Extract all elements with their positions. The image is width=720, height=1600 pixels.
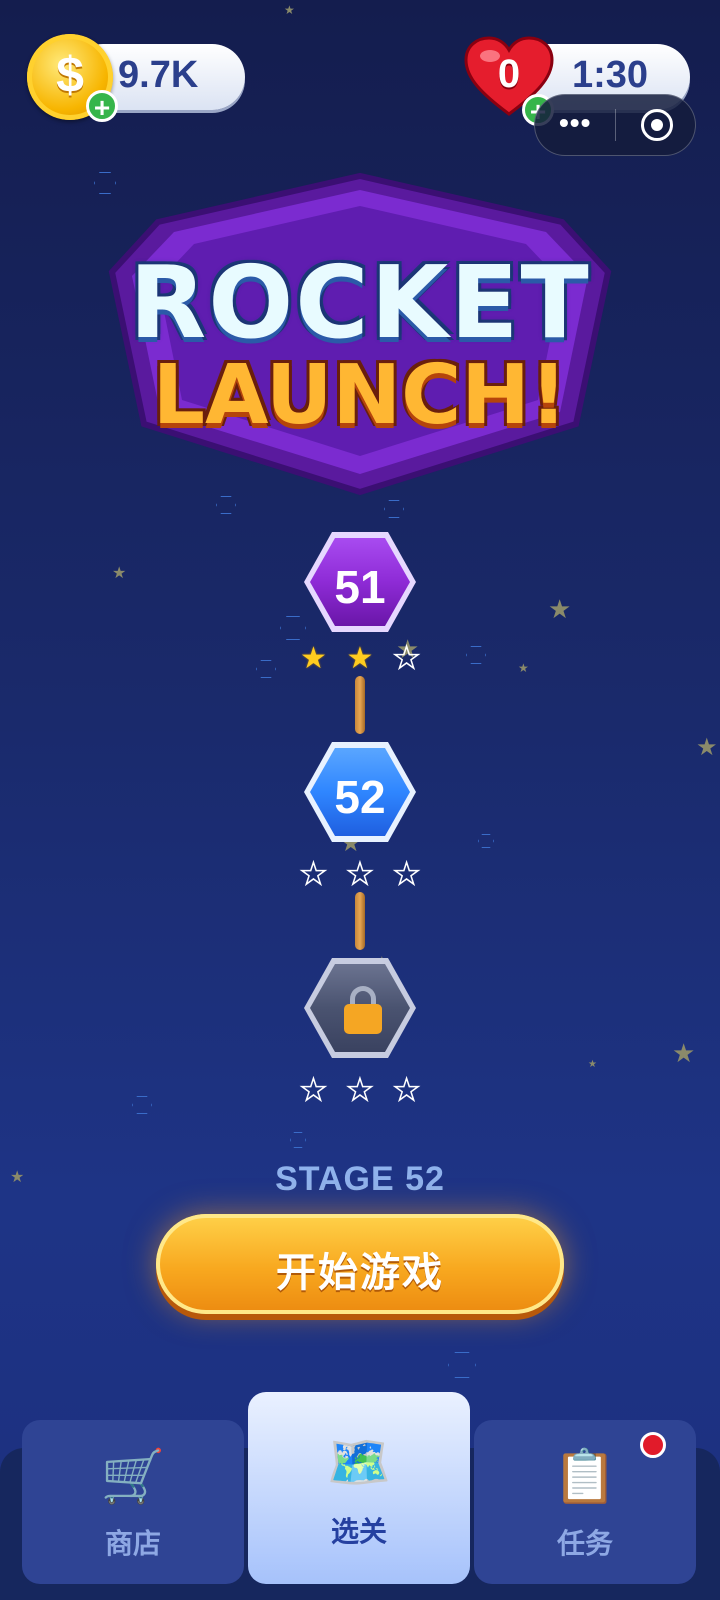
background-star: ★ bbox=[548, 594, 572, 624]
locked-level-stars: ★ ★ ★ bbox=[299, 1074, 420, 1107]
background-hex bbox=[132, 1096, 152, 1114]
start-game-label: 开始游戏 bbox=[276, 1251, 444, 1295]
lives-count: 0 bbox=[497, 52, 521, 96]
star-empty-icon: ★ bbox=[299, 1074, 327, 1107]
capsule-divider bbox=[615, 109, 616, 141]
nav-tab-label: 选关 bbox=[330, 1516, 387, 1547]
background-star: ★ bbox=[672, 1038, 696, 1068]
background-hex bbox=[384, 500, 404, 518]
nav-tab-label: 任务 bbox=[556, 1528, 613, 1559]
logo-title-line2: LAUNCH! bbox=[152, 348, 568, 443]
close-miniprogram-button[interactable] bbox=[641, 109, 673, 141]
start-game-button[interactable]: 开始游戏 bbox=[156, 1214, 564, 1314]
level-number: 51 bbox=[334, 561, 386, 613]
lock-icon bbox=[344, 1004, 382, 1034]
star-empty-icon: ★ bbox=[346, 1074, 374, 1107]
background-hex bbox=[256, 660, 276, 678]
star-empty-icon: ★ bbox=[392, 1074, 420, 1107]
star-empty-icon: ★ bbox=[392, 642, 420, 675]
stage-label: STAGE 52 bbox=[275, 1160, 445, 1198]
miniprogram-capsule: ••• bbox=[534, 94, 696, 156]
background-hex bbox=[448, 1352, 476, 1378]
game-logo: ROCKET LAUNCH! bbox=[98, 172, 622, 502]
nav-tab-level-select[interactable]: 🗺️ 选关 bbox=[248, 1392, 470, 1584]
level-path-connector bbox=[355, 676, 365, 734]
cart-icon: 🛒 bbox=[100, 1448, 166, 1506]
notification-badge bbox=[640, 1432, 666, 1458]
locked-level-node[interactable] bbox=[304, 958, 416, 1058]
background-star: ★ bbox=[112, 565, 127, 582]
level-52-node[interactable]: 52 bbox=[304, 742, 416, 842]
level-path-connector bbox=[355, 892, 365, 950]
star-filled-icon: ★ bbox=[346, 642, 374, 675]
clipboard-icon: 📋 bbox=[552, 1448, 618, 1506]
star-filled-icon: ★ bbox=[300, 642, 327, 675]
nav-tab-label: 商店 bbox=[104, 1528, 161, 1559]
background-star: ★ bbox=[518, 661, 529, 675]
star-empty-icon: ★ bbox=[392, 858, 420, 891]
more-menu-button[interactable]: ••• bbox=[559, 107, 591, 139]
coin-amount: 9.7K bbox=[118, 54, 199, 96]
background-hex bbox=[466, 646, 486, 664]
level-number: 52 bbox=[334, 771, 386, 823]
background-star: ★ bbox=[284, 3, 295, 17]
nav-tab-shop[interactable]: 🛒 商店 bbox=[22, 1420, 244, 1584]
background-star: ★ bbox=[588, 1059, 597, 1070]
life-refill-timer: 1:30 bbox=[572, 54, 649, 96]
logo-title-line1: ROCKET bbox=[129, 244, 591, 361]
add-coins-button[interactable]: + bbox=[86, 90, 118, 123]
level-51-node[interactable]: 51 bbox=[304, 532, 416, 632]
background-star: ★ bbox=[696, 734, 718, 761]
star-empty-icon: ★ bbox=[346, 858, 374, 891]
level-51-stars: ★ ★ ★ bbox=[300, 642, 421, 675]
background-hex bbox=[478, 834, 494, 848]
background-hex bbox=[280, 616, 306, 640]
level-52-stars: ★ ★ ★ bbox=[299, 858, 420, 891]
background-hex bbox=[290, 1132, 306, 1148]
map-icon: 🗺️ bbox=[326, 1434, 392, 1492]
star-empty-icon: ★ bbox=[299, 858, 327, 891]
